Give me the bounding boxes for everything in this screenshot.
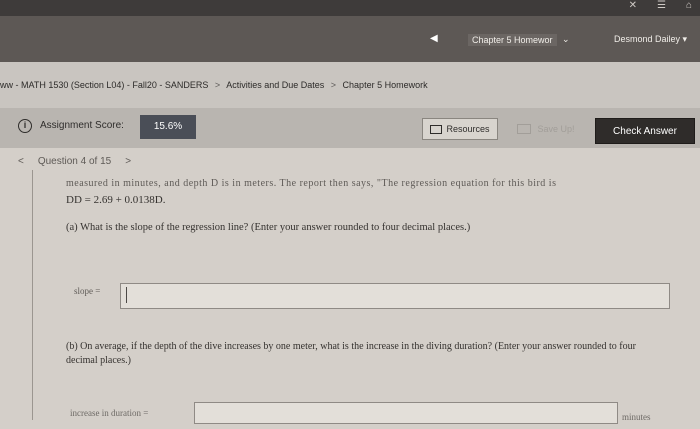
- assignment-score-label: Assignment Score:: [40, 120, 124, 131]
- question-number-label: Question 4 of 15: [37, 156, 112, 167]
- top-dark-bar: ✕ ☰ ⌂: [0, 0, 700, 16]
- save-icon: [517, 124, 532, 134]
- back-arrow-icon[interactable]: ◀: [430, 33, 438, 44]
- units-label: minutes: [622, 412, 651, 422]
- home-icon[interactable]: ⌂: [686, 0, 692, 14]
- chevron-down-icon[interactable]: ⌄: [562, 34, 570, 45]
- question-part-b: (b) On average, if the depth of the dive…: [66, 341, 636, 366]
- divider: [32, 170, 33, 420]
- info-icon[interactable]: i: [18, 119, 32, 133]
- save-label: Save Up!: [537, 124, 575, 134]
- menu-icon[interactable]: ☰: [657, 0, 666, 14]
- check-answer-button[interactable]: Check Answer: [595, 118, 695, 144]
- assignment-score-bar: i Assignment Score: 15.6% Resources Save…: [0, 108, 700, 148]
- window-icons: ✕ ☰ ⌂: [629, 0, 692, 14]
- navigation-bar: ◀ Chapter 5 Homewor ⌄ Desmond Dailey ▾: [0, 16, 700, 62]
- resources-label: Resources: [446, 124, 490, 134]
- slope-input[interactable]: [120, 283, 670, 309]
- question-part-a: (a) What is the slope of the regression …: [66, 222, 471, 233]
- previous-question-icon[interactable]: <: [18, 156, 24, 167]
- regression-equation: DD = 2.69 + 0.0138D.: [66, 194, 166, 206]
- slope-label: slope =: [74, 286, 101, 296]
- resources-button[interactable]: Resources: [422, 118, 498, 140]
- save-button[interactable]: Save Up!: [505, 118, 587, 140]
- close-icon[interactable]: ✕: [629, 0, 637, 14]
- increase-label: increase in duration =: [70, 408, 149, 418]
- breadcrumb-course[interactable]: ww - MATH 1530 (Section L04) - Fall20 - …: [0, 80, 208, 90]
- breadcrumb-chapter: Chapter 5 Homework: [342, 80, 428, 90]
- question-panel: < Question 4 of 15 > measured in minutes…: [0, 148, 700, 429]
- breadcrumb-activities[interactable]: Activities and Due Dates: [226, 80, 324, 90]
- user-menu[interactable]: Desmond Dailey ▾: [614, 34, 687, 45]
- next-question-icon[interactable]: >: [125, 156, 131, 167]
- breadcrumb-separator: >: [214, 80, 221, 90]
- breadcrumb-bar: ww - MATH 1530 (Section L04) - Fall20 - …: [0, 62, 700, 108]
- chapter-title-dropdown[interactable]: Chapter 5 Homewor: [468, 34, 557, 46]
- question-navigation: < Question 4 of 15 >: [18, 156, 131, 167]
- increase-input[interactable]: [194, 402, 618, 424]
- question-text-partial: measured in minutes, and depth D is in m…: [66, 178, 557, 189]
- breadcrumb-separator: >: [330, 80, 337, 90]
- document-icon: [430, 124, 443, 134]
- assignment-score-value: 15.6%: [140, 115, 196, 139]
- text-cursor: [126, 287, 127, 303]
- breadcrumb: ww - MATH 1530 (Section L04) - Fall20 - …: [0, 80, 428, 90]
